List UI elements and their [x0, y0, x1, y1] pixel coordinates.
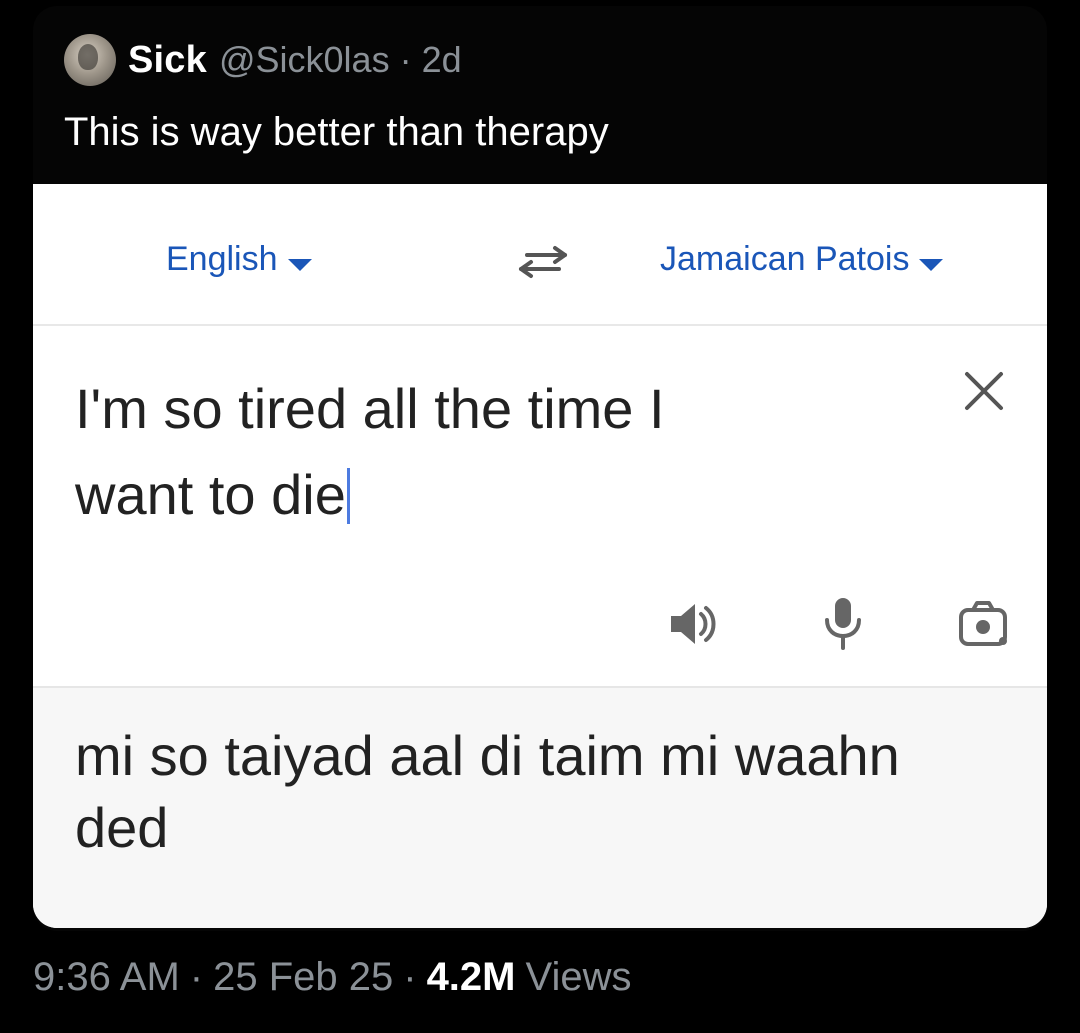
time-ago[interactable]: 2d [422, 39, 462, 80]
translate-screenshot: English Jamaican Patois I'm so tired all… [33, 184, 1047, 928]
chevron-down-icon [919, 258, 944, 271]
microphone-icon[interactable] [815, 596, 871, 652]
close-icon[interactable] [961, 368, 1007, 414]
views-count[interactable]: 4.2M [427, 955, 516, 1000]
separator: · [399, 39, 412, 80]
tweet-header: Sick @Sick0las · 2d [64, 32, 462, 88]
avatar[interactable] [64, 34, 116, 86]
translation-output: mi so taiyad aal di taim mi waahn ded [75, 720, 1025, 864]
text-cursor [346, 468, 350, 524]
tweet-metadata: 9:36 AM · 25 Feb 25 · 4.2M Views [33, 955, 631, 1000]
chevron-down-icon [287, 258, 312, 271]
target-language-label: Jamaican Patois [660, 240, 910, 278]
source-language-label: English [166, 240, 278, 278]
target-language-selector[interactable]: Jamaican Patois [660, 240, 944, 279]
speaker-icon[interactable] [667, 596, 723, 652]
source-text-line-2: want to die [75, 463, 346, 526]
translation-output-area: mi so taiyad aal di taim mi waahn ded [33, 686, 1047, 928]
handle[interactable]: @Sick0las [219, 39, 390, 80]
separator: · [403, 955, 417, 999]
page: Sick @Sick0las · 2d This is way better t… [0, 0, 1080, 1033]
camera-icon[interactable] [957, 598, 1013, 654]
handle-time: @Sick0las · 2d [219, 39, 462, 81]
source-language-selector[interactable]: English [166, 240, 312, 279]
post-date[interactable]: 25 Feb 25 [213, 955, 393, 1000]
translation-line-2: ded [75, 796, 169, 859]
translation-line-1: mi so taiyad aal di taim mi waahn [75, 724, 900, 787]
display-name[interactable]: Sick [128, 39, 207, 82]
tweet-text: This is way better than therapy [64, 110, 609, 154]
separator: · [189, 955, 204, 999]
source-text[interactable]: I'm so tired all the time I want to die [75, 366, 775, 538]
post-time[interactable]: 9:36 AM [33, 955, 180, 1000]
source-text-line-1: I'm so tired all the time I [75, 377, 665, 440]
swap-icon[interactable] [513, 241, 573, 283]
source-text-area[interactable]: I'm so tired all the time I want to die [33, 326, 1047, 686]
language-bar: English Jamaican Patois [33, 184, 1047, 326]
views-label[interactable]: Views [526, 955, 632, 1000]
